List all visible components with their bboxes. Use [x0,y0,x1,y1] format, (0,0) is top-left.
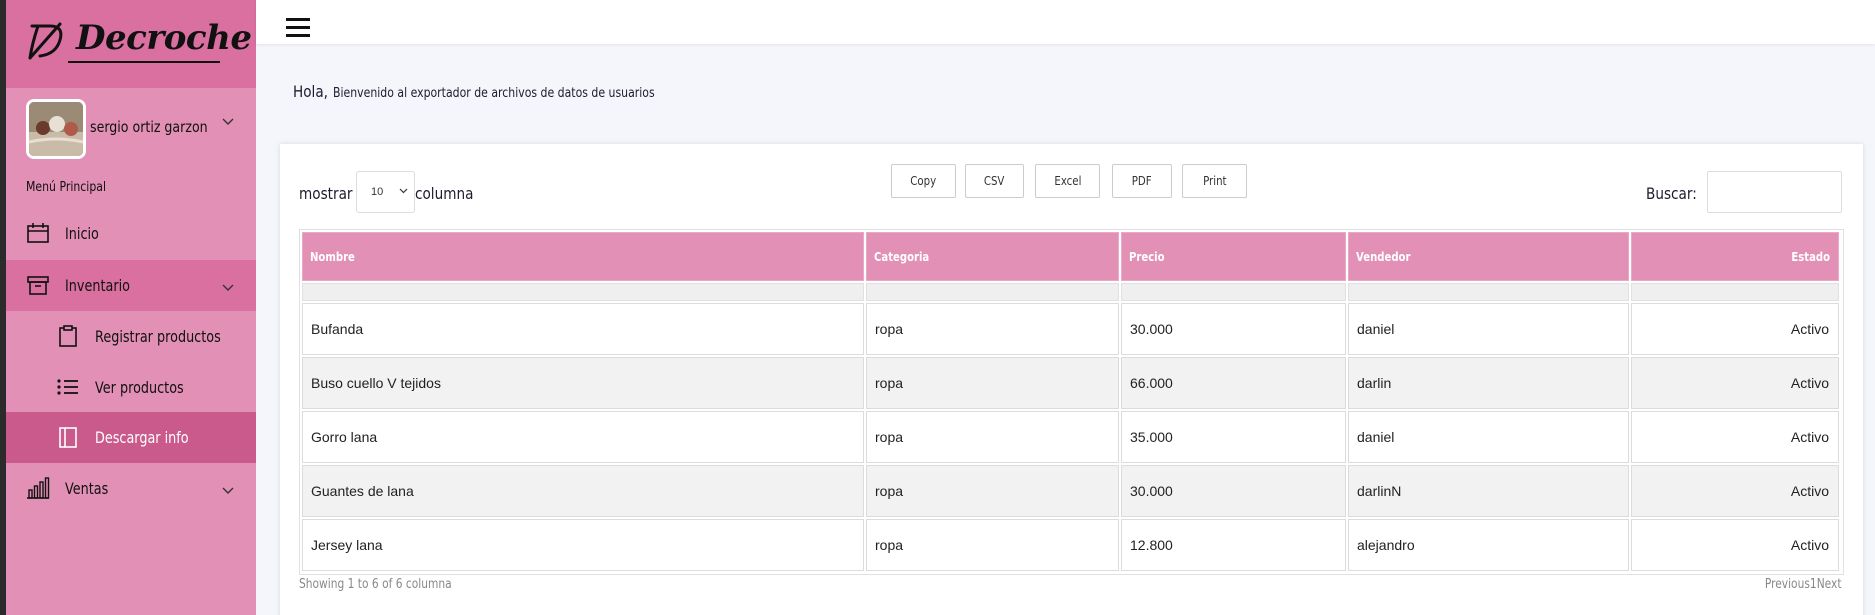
cell-vendedor: daniel [1348,411,1629,463]
excel-button[interactable]: Excel [1035,164,1100,198]
cell-precio: 30.000 [1121,303,1346,355]
needle-logo-icon [28,22,63,60]
copy-button-label: Copy [910,174,937,188]
chevron-down-icon [222,487,234,494]
welcome-hola: Hola, [293,82,328,101]
cell-categoria: ropa [866,465,1119,517]
list-icon [57,379,78,395]
search-label: Buscar: [1646,184,1697,203]
bar-chart-icon [27,477,50,499]
cell-estado: Activo [1631,303,1839,355]
sidebar-item-ventas[interactable]: Ventas [6,463,256,514]
welcome-text: Bienvenido al exportador de archivos de … [333,86,655,101]
cell-nombre: Guantes de lana [302,465,864,517]
cell-nombre: Jersey lana [302,519,864,571]
logo[interactable]: Decroche [6,0,256,88]
document-icon [59,427,77,448]
cell-estado: Activo [1631,465,1839,517]
column-header-nombre[interactable]: Nombre [302,232,864,281]
cell-estado: Activo [1631,519,1839,571]
print-button-label: Print [1202,174,1227,188]
table-filter-row [302,283,1839,301]
cell-categoria: ropa [866,357,1119,409]
chevron-down-icon[interactable] [222,118,234,126]
pdf-button[interactable]: PDF [1112,164,1172,198]
sidebar-item-inicio[interactable]: Inicio [6,208,256,259]
cell-nombre: Gorro lana [302,411,864,463]
sidebar-item-label: Ventas [65,479,109,498]
user-profile[interactable]: sergio ortiz garzon [6,96,256,162]
column-header-precio[interactable]: Precio [1121,232,1346,281]
hamburger-menu-icon[interactable] [286,18,310,37]
chevron-down-icon [399,188,408,194]
cell-categoria: ropa [866,303,1119,355]
excel-button-label: Excel [1053,174,1082,188]
cell-estado: Activo [1631,411,1839,463]
sidebar-item-registrar-productos[interactable]: Registrar productos [6,311,256,362]
length-suffix: columna [415,184,474,203]
cell-vendedor: daniel [1348,303,1629,355]
brand-underline [68,61,220,63]
clipboard-icon [59,325,77,347]
products-table-wrapper: Nombre Categoria Precio Vendedor Estado … [299,229,1844,575]
cell-categoria: ropa [866,411,1119,463]
pagination: Previous 1 Next [1765,577,1842,592]
chevron-down-icon [222,284,234,291]
copy-button[interactable]: Copy [891,164,956,198]
sidebar-item-inventario[interactable]: Inventario [6,260,256,311]
sidebar-item-label: Inventario [65,276,130,295]
cell-precio: 12.800 [1121,519,1346,571]
table-row[interactable]: Gorro lana ropa 35.000 daniel Activo [302,411,1839,463]
table-row[interactable]: Guantes de lana ropa 30.000 darlinN Acti… [302,465,1839,517]
print-button[interactable]: Print [1182,164,1247,198]
products-table: Nombre Categoria Precio Vendedor Estado … [300,230,1841,573]
csv-button[interactable]: CSV [965,164,1024,198]
csv-button-label: CSV [984,174,1005,188]
table-row[interactable]: Bufanda ropa 30.000 daniel Activo [302,303,1839,355]
cell-vendedor: alejandro [1348,519,1629,571]
table-row[interactable]: Jersey lana ropa 12.800 alejandro Activo [302,519,1839,571]
sidebar-item-label: Inicio [65,224,99,243]
search-input[interactable] [1707,171,1842,213]
sidebar-item-label: Registrar productos [95,327,221,346]
sidebar-item-label: Ver productos [95,378,184,397]
top-bar [256,0,1875,44]
cell-vendedor: darlin [1348,357,1629,409]
cell-nombre: Buso cuello V tejidos [302,357,864,409]
column-header-vendedor[interactable]: Vendedor [1348,232,1629,281]
sidebar-item-label: Descargar info [95,428,189,447]
data-table-card: mostrar 10 columna Copy CSV Excel PDF Pr… [280,144,1863,615]
sidebar: Decroche sergio ortiz garzon Menú Princi… [6,0,256,615]
cell-nombre: Bufanda [302,303,864,355]
page-length-select[interactable]: 10 [356,171,415,213]
cell-precio: 66.000 [1121,357,1346,409]
table-row[interactable]: Buso cuello V tejidos ropa 66.000 darlin… [302,357,1839,409]
column-header-categoria[interactable]: Categoria [866,232,1119,281]
welcome-message: Hola, Bienvenido al exportador de archiv… [293,82,716,101]
user-name: sergio ortiz garzon [90,118,208,136]
cell-precio: 30.000 [1121,465,1346,517]
calendar-icon [27,223,49,243]
page-length-value: 10 [371,186,384,198]
table-header-row: Nombre Categoria Precio Vendedor Estado [302,232,1839,281]
cell-categoria: ropa [866,519,1119,571]
brand-name: Decroche [76,18,252,58]
pdf-button-label: PDF [1132,174,1152,188]
cell-estado: Activo [1631,357,1839,409]
sidebar-item-descargar-info[interactable]: Descargar info [6,412,256,463]
previous-page-button[interactable]: Previous [1765,577,1810,592]
next-page-button[interactable]: Next [1817,577,1842,592]
sidebar-item-ver-productos[interactable]: Ver productos [6,362,256,413]
cell-precio: 35.000 [1121,411,1346,463]
cell-vendedor: darlinN [1348,465,1629,517]
length-label: mostrar [299,184,353,203]
avatar [26,99,86,159]
menu-header: Menú Principal [26,180,106,195]
table-info: Showing 1 to 6 of 6 columna [299,577,452,592]
archive-icon [27,276,49,295]
column-header-estado[interactable]: Estado [1631,232,1839,281]
